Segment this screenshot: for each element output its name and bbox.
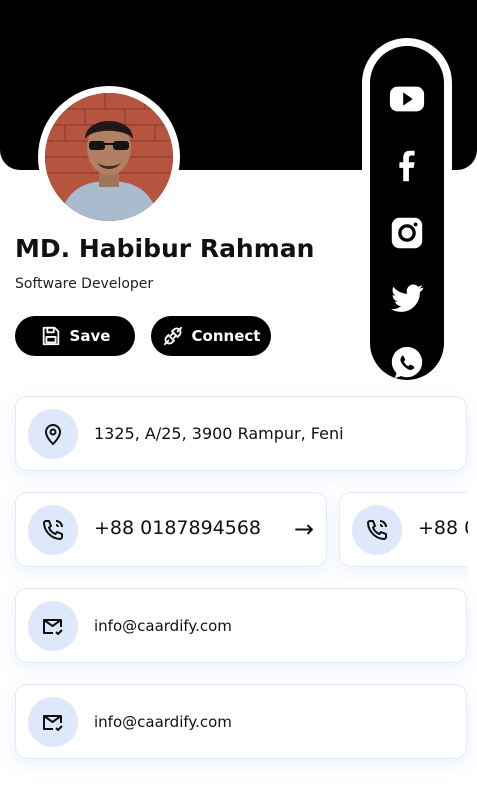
- phone-card[interactable]: +88 0187894568 →: [15, 492, 327, 567]
- connect-button[interactable]: Connect: [151, 316, 271, 356]
- facebook-icon[interactable]: [388, 147, 426, 185]
- profile-name: MD. Habibur Rahman: [15, 234, 315, 263]
- location-icon: [44, 424, 62, 446]
- email-card[interactable]: info@caardify.com: [15, 588, 467, 663]
- mail-icon-wrap: [28, 697, 78, 747]
- mail-icon: [43, 619, 63, 635]
- location-icon-wrap: [28, 409, 78, 459]
- phone-number: +88 0187894568: [418, 517, 468, 539]
- arrow-right-icon[interactable]: →: [294, 515, 314, 543]
- youtube-icon[interactable]: [388, 80, 426, 118]
- avatar: [45, 93, 173, 221]
- profile-photo: [45, 93, 173, 221]
- address-card[interactable]: 1325, A/25, 3900 Rampur, Feni: [15, 396, 467, 471]
- phone-icon: [43, 520, 63, 540]
- phone-icon-wrap: [352, 505, 402, 555]
- floppy-disk-icon: [42, 326, 59, 346]
- phone-icon-wrap: [28, 505, 78, 555]
- email-text: info@caardify.com: [94, 713, 232, 731]
- social-bar: [370, 46, 444, 380]
- profile-title: Software Developer: [15, 276, 154, 292]
- phone-card[interactable]: +88 0187894568: [339, 492, 468, 567]
- instagram-icon[interactable]: [388, 214, 426, 252]
- twitter-icon[interactable]: [388, 279, 426, 317]
- mail-icon: [43, 715, 63, 731]
- phone-number: +88 0187894568: [94, 517, 262, 539]
- connect-button-label: Connect: [191, 327, 261, 345]
- phone-icon: [367, 520, 387, 540]
- mail-icon-wrap: [28, 601, 78, 651]
- email-card[interactable]: info@caardify.com: [15, 684, 467, 759]
- whatsapp-icon[interactable]: [388, 344, 426, 380]
- email-text: info@caardify.com: [94, 617, 232, 635]
- plug-icon: [163, 326, 182, 346]
- phone-carousel: +88 0187894568 → +88 0187894568: [0, 480, 468, 580]
- save-button[interactable]: Save: [15, 316, 135, 356]
- save-button-label: Save: [69, 327, 111, 345]
- address-text: 1325, A/25, 3900 Rampur, Feni: [94, 424, 344, 443]
